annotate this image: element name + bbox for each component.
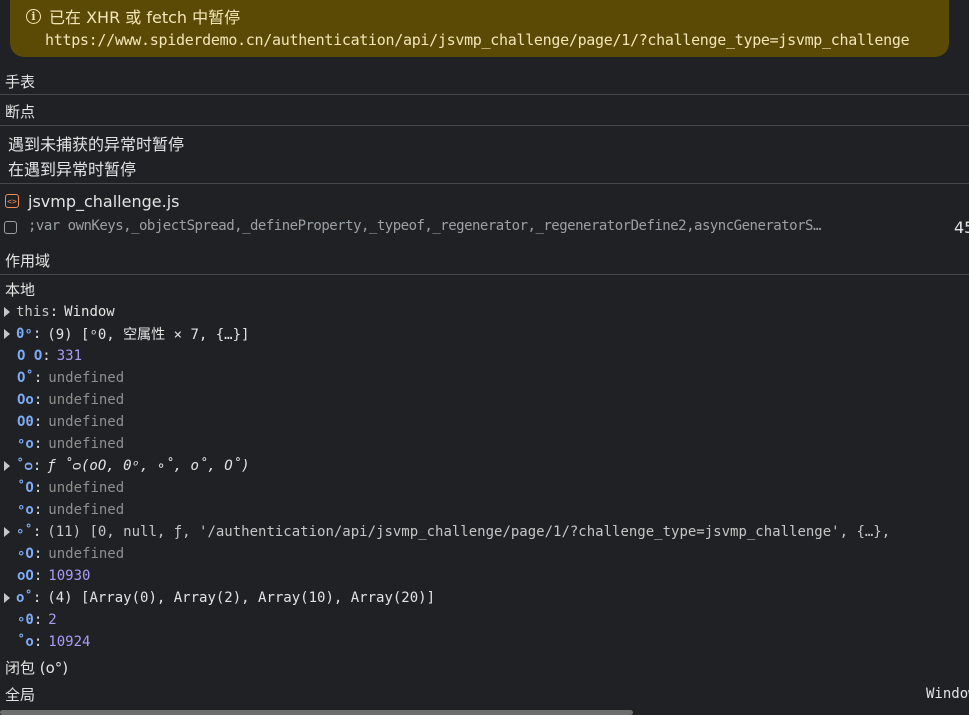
paused-url: https://www.spiderdemo.cn/authentication…: [45, 31, 910, 49]
scope-variable-name: Ο Ο: [17, 348, 43, 364]
scope-variable-value: (4) [Array(0), Array(2), Array(10), Arra…: [47, 590, 436, 606]
expand-arrow-icon[interactable]: [4, 329, 10, 339]
section-watch-label: 手表: [5, 72, 36, 91]
scope-variable-value: ƒ ˚ᴑ(oO, 0ᵒ, ∘˚, o˚, O˚): [47, 457, 250, 474]
scope-variable-name: Ο˚: [17, 370, 34, 386]
breakpoint-file-name: jsvmp_challenge.js: [28, 191, 180, 211]
scope-variable-name: o˚: [16, 590, 33, 606]
scope-variable-name: ∘˚: [16, 524, 33, 540]
scope-variable-value: (9) [ᵒ0, 空属性 × 7, {…}]: [47, 327, 250, 343]
scope-variable-name: Ο0: [17, 414, 34, 430]
scope-variable[interactable]: ˚Ο: undefined: [0, 477, 969, 499]
scope-variable-value: undefined: [48, 502, 125, 518]
js-file-icon: <>: [5, 194, 19, 208]
paused-banner: i 已在 XHR 或 fetch 中暂停 https://www.spiderd…: [10, 0, 949, 57]
scope-variable-name: ᵒo: [17, 502, 34, 518]
scope-variable[interactable]: Ο0: undefined: [0, 411, 969, 433]
breakpoint-code[interactable]: ;var ownKeys,_objectSpread,_defineProper…: [28, 218, 934, 234]
expand-arrow-icon[interactable]: [4, 527, 10, 537]
section-scope-label: 作用域: [5, 252, 51, 270]
scope-variable-name: ᵒο: [17, 436, 34, 452]
scope-variable-value: undefined: [48, 436, 125, 452]
scope-variable[interactable]: Ο˚: undefined: [0, 367, 969, 389]
scope-variable-name: this: [16, 304, 50, 320]
scope-variable-name: ˚ᴑ: [16, 457, 33, 474]
scope-variable[interactable]: oO:10930: [0, 565, 969, 587]
paused-title: 已在 XHR 或 fetch 中暂停: [49, 8, 241, 27]
scope-variable[interactable]: ˚ᴑ: ƒ ˚ᴑ(oO, 0ᵒ, ∘˚, o˚, O˚): [0, 455, 969, 477]
scope-variable[interactable]: this: Window: [0, 301, 969, 323]
scope-global-value: Window: [926, 686, 969, 702]
scope-variable-value: undefined: [48, 414, 125, 430]
breakpoint-checkbox[interactable]: [4, 221, 17, 234]
section-scope[interactable]: 作用域: [0, 248, 969, 273]
scope-variable-value: undefined: [48, 546, 125, 562]
scope-variable-value: 2: [48, 612, 57, 628]
scope-variable-value: undefined: [48, 392, 125, 408]
divider: [0, 183, 969, 184]
section-watch[interactable]: 手表: [0, 68, 969, 94]
section-breakpoints[interactable]: 断点: [0, 98, 969, 124]
expand-arrow-icon[interactable]: [4, 461, 10, 471]
pause-caught-exceptions[interactable]: 在遇到异常时暂停: [8, 156, 136, 180]
scope-variable[interactable]: ᵒo: undefined: [0, 499, 969, 521]
scope-variable[interactable]: ᵒο: undefined: [0, 433, 969, 455]
scope-variable-value: 10930: [48, 568, 91, 584]
scope-variable-name: ∘0: [17, 612, 34, 628]
scope-variable-name: oO: [17, 568, 34, 584]
scope-variable-value: 331: [56, 348, 83, 364]
pause-uncaught-exceptions[interactable]: 遇到未捕获的异常时暂停: [8, 131, 184, 155]
scope-variable[interactable]: ∘˚: (11) [0, null, ƒ, '/authentication/ap…: [0, 521, 969, 543]
scope-variable[interactable]: Ο Ο:331: [0, 345, 969, 367]
scope-local-header[interactable]: 本地: [0, 278, 969, 300]
scope-variable-name: ˚Ο: [17, 480, 34, 496]
expand-arrow-icon[interactable]: [4, 593, 10, 603]
scope-variable[interactable]: ˚o:10924: [0, 631, 969, 653]
scope-variable-name: ˚o: [17, 634, 34, 650]
scope-variable-value: Window: [64, 304, 115, 320]
scope-variable-value: undefined: [48, 480, 125, 496]
section-breakpoints-label: 断点: [5, 102, 36, 121]
scope-variable[interactable]: o˚: (4) [Array(0), Array(2), Array(10), A…: [0, 587, 969, 609]
scope-variable[interactable]: ∘Ο: undefined: [0, 543, 969, 565]
scope-variable-name: Οο: [17, 392, 34, 408]
breakpoint-file[interactable]: <> jsvmp_challenge.js: [0, 189, 969, 213]
horizontal-scrollbar[interactable]: [0, 710, 633, 715]
scope-variable[interactable]: 0ᵒ: (9) [ᵒ0, 空属性 × 7, {…}]: [0, 323, 969, 345]
breakpoint-line-number: 45: [954, 218, 969, 237]
scope-variable-name: 0ᵒ: [16, 326, 33, 342]
divider: [0, 94, 969, 95]
divider: [0, 125, 969, 126]
info-icon: i: [26, 8, 41, 24]
scope-variable[interactable]: ∘0:2: [0, 609, 969, 631]
scope-variable-name: ∘Ο: [17, 546, 34, 562]
expand-arrow-icon[interactable]: [4, 307, 10, 317]
scope-global-header[interactable]: 全局 Window: [0, 683, 969, 705]
scope-variable-value: 10924: [48, 634, 91, 650]
divider: [0, 274, 969, 275]
scope-variable-value: undefined: [48, 370, 125, 386]
scope-variable[interactable]: Οο: undefined: [0, 389, 969, 411]
scope-variable-value: (11) [0, null, ƒ, '/authentication/api/j…: [47, 524, 891, 540]
scope-closure-header[interactable]: 闭包 (ο°): [0, 656, 969, 678]
